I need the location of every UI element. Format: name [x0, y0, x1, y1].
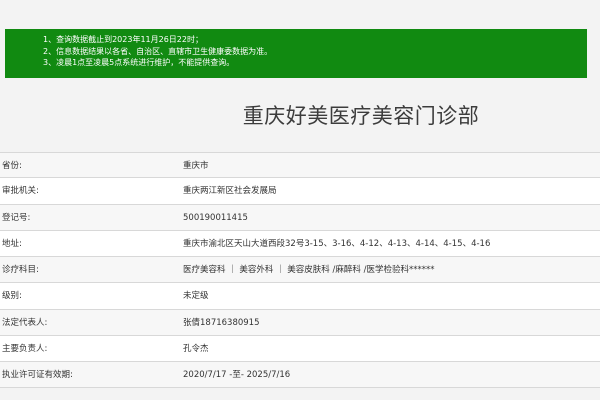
table-row-province: 省份: 重庆市	[0, 152, 600, 179]
table-row-departments: 诊疗科目: 医疗美容科 ｜ 美容外科 ｜ 美容皮肤科 /麻醉科 /医学检验科**…	[0, 257, 600, 284]
field-label: 省份:	[2, 161, 22, 171]
field-label: 诊疗科目:	[2, 265, 39, 275]
field-value: 500190011415	[183, 212, 248, 223]
table-row-level: 级别: 未定级	[0, 283, 600, 310]
field-label: 登记号:	[2, 212, 31, 223]
notice-line: 1、查询数据截止到2023年11月26日22时；	[43, 35, 203, 44]
field-value: 孔令杰	[183, 343, 209, 354]
field-label: 主要负责人:	[2, 343, 48, 354]
field-label: 级别:	[2, 291, 22, 302]
table-row-principal: 主要负责人: 孔令杰	[0, 335, 600, 362]
field-value: 未定级	[183, 291, 209, 302]
info-table: 省份: 重庆市 审批机关: 重庆两江新区社会发展局 登记号: 500190011…	[0, 152, 600, 389]
table-row-registration-number: 登记号: 500190011415	[0, 204, 600, 231]
notice-line: 3、凌晨1点至凌晨5点系统进行维护，不能提供查询。	[43, 58, 235, 67]
field-value: 重庆市	[183, 161, 209, 171]
field-label: 审批机关:	[2, 186, 39, 197]
field-label: 地址:	[2, 238, 22, 249]
field-value: 重庆市渝北区天山大道西段32号3-15、3-16、4-12、4-13、4-14、…	[183, 238, 491, 249]
field-value: 重庆两江新区社会发展局	[183, 186, 277, 197]
page-title: 重庆好美医疗美容门诊部	[242, 104, 480, 128]
table-row-address: 地址: 重庆市渝北区天山大道西段32号3-15、3-16、4-12、4-13、4…	[0, 230, 600, 257]
notice-banner: 1、查询数据截止到2023年11月26日22时； 2、信息数据结果以各省、自治区…	[5, 29, 587, 78]
table-row-approval-authority: 审批机关: 重庆两江新区社会发展局	[0, 178, 600, 205]
field-value: 医疗美容科 ｜ 美容外科 ｜ 美容皮肤科 /麻醉科 /医学检验科******	[183, 265, 435, 275]
page: 1、查询数据截止到2023年11月26日22时； 2、信息数据结果以各省、自治区…	[0, 0, 600, 400]
table-row-license-validity: 执业许可证有效期: 2020/7/17 -至- 2025/7/16	[0, 362, 600, 389]
field-label: 法定代表人:	[2, 317, 48, 328]
table-row-legal-representative: 法定代表人: 张倩18716380915	[0, 309, 600, 336]
notice-line: 2、信息数据结果以各省、自治区、直辖市卫生健康委数据为准。	[43, 46, 273, 56]
field-value: 张倩18716380915	[183, 317, 260, 328]
field-value: 2020/7/17 -至- 2025/7/16	[183, 370, 291, 380]
field-label: 执业许可证有效期:	[2, 370, 73, 380]
